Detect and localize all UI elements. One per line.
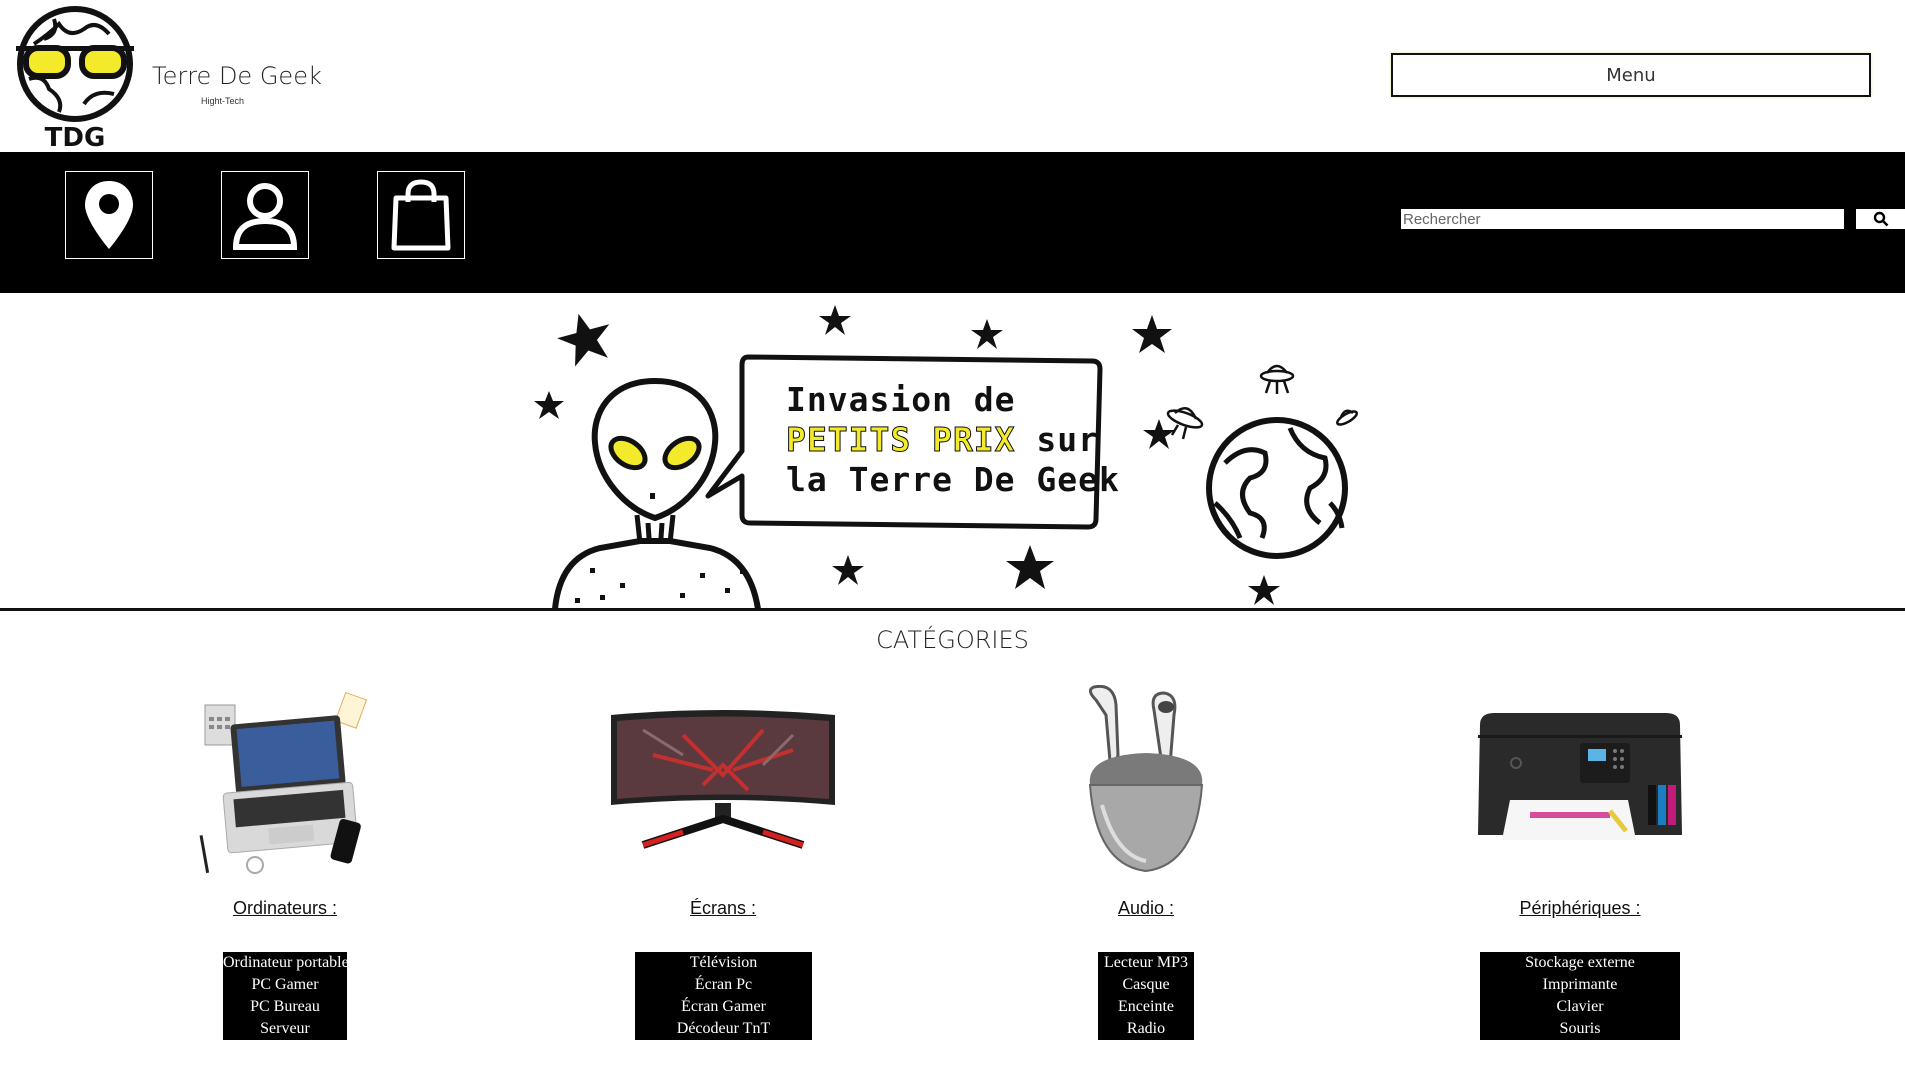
tdg-logo[interactable]: TDG bbox=[14, 4, 140, 150]
hero-line-2: PETITS PRIX sur bbox=[786, 420, 1120, 460]
category-links-ordinateurs: Ordinateur portable PC Gamer PC Bureau S… bbox=[223, 952, 349, 1040]
category-link[interactable]: Stockage externe bbox=[1480, 952, 1680, 974]
category-link[interactable]: Enceinte bbox=[1098, 996, 1194, 1018]
category-title-ordinateurs[interactable]: Ordinateurs : bbox=[135, 898, 435, 919]
hero-line-3: la Terre De Geek bbox=[786, 460, 1120, 499]
brand-subtitle: Hight-Tech bbox=[201, 96, 245, 106]
menu-button[interactable]: Menu bbox=[1391, 53, 1871, 97]
category-links-audio: Lecteur MP3 Casque Enceinte Radio bbox=[1098, 952, 1194, 1040]
categories-heading: CATÉGORIES bbox=[876, 626, 1029, 654]
svg-text:TDG: TDG bbox=[45, 123, 106, 150]
category-links-peripheriques: Stockage externe Imprimante Clavier Sour… bbox=[1480, 952, 1680, 1040]
category-ecrans: Écrans : Télévision Écran Pc Écran Gamer… bbox=[573, 680, 873, 1040]
category-peripheriques: Périphériques : Stockage externe Imprima… bbox=[1430, 680, 1730, 1040]
location-pin-icon[interactable] bbox=[65, 171, 153, 259]
site-header: TDG Terre De Geek Hight-Tech Menu bbox=[0, 0, 1905, 152]
category-title-ecrans[interactable]: Écrans : bbox=[573, 898, 873, 919]
category-link[interactable]: Écran Gamer bbox=[635, 996, 812, 1018]
search-button[interactable] bbox=[1856, 209, 1905, 229]
search-icon bbox=[1873, 211, 1888, 227]
hero-divider bbox=[0, 608, 1905, 611]
shopping-bag-icon[interactable] bbox=[377, 171, 465, 259]
nav-bar bbox=[0, 152, 1905, 293]
printer-image[interactable] bbox=[1430, 680, 1730, 880]
category-link[interactable]: Télévision bbox=[635, 952, 812, 974]
hero-line-2-rest: sur bbox=[1015, 420, 1100, 459]
category-link[interactable]: Souris bbox=[1480, 1018, 1680, 1040]
category-ordinateurs: Ordinateurs : Ordinateur portable PC Gam… bbox=[135, 680, 435, 1040]
category-link[interactable]: PC Gamer bbox=[223, 974, 347, 996]
earbuds-image[interactable] bbox=[996, 680, 1296, 880]
hero-headline: Invasion de PETITS PRIX sur la Terre De … bbox=[786, 380, 1120, 500]
hero-line-1: Invasion de bbox=[786, 380, 1016, 419]
category-link[interactable]: Lecteur MP3 bbox=[1098, 952, 1194, 974]
category-title-audio[interactable]: Audio : bbox=[996, 898, 1296, 919]
category-link[interactable]: Ordinateur portable bbox=[223, 952, 349, 974]
laptop-image[interactable] bbox=[135, 680, 435, 880]
category-link[interactable]: Casque bbox=[1098, 974, 1194, 996]
monitor-image[interactable] bbox=[573, 680, 873, 880]
brand-title: Terre De Geek bbox=[152, 62, 322, 90]
category-link[interactable]: Clavier bbox=[1480, 996, 1680, 1018]
category-link[interactable]: Décodeur TnT bbox=[635, 1018, 812, 1040]
category-link[interactable]: Serveur bbox=[223, 1018, 347, 1040]
category-title-peripheriques[interactable]: Périphériques : bbox=[1430, 898, 1730, 919]
category-link[interactable]: PC Bureau bbox=[223, 996, 347, 1018]
category-link[interactable]: Radio bbox=[1098, 1018, 1194, 1040]
category-link[interactable]: Écran Pc bbox=[635, 974, 812, 996]
hero-highlight: PETITS PRIX bbox=[786, 420, 1016, 460]
category-link[interactable]: Imprimante bbox=[1480, 974, 1680, 996]
category-links-ecrans: Télévision Écran Pc Écran Gamer Décodeur… bbox=[635, 952, 812, 1040]
category-audio: Audio : Lecteur MP3 Casque Enceinte Radi… bbox=[996, 680, 1296, 1040]
user-icon[interactable] bbox=[221, 171, 309, 259]
search-input[interactable] bbox=[1401, 209, 1844, 229]
